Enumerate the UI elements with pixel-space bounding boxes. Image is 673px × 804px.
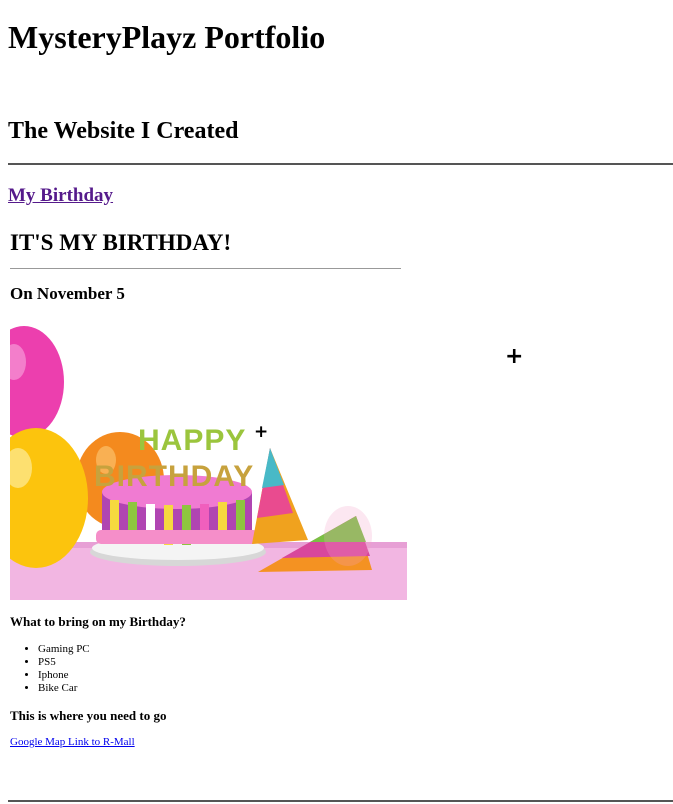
birthday-heading: IT'S MY BIRTHDAY! xyxy=(10,230,232,255)
divider-bottom xyxy=(8,800,673,802)
list-item: Gaming PC xyxy=(38,643,90,656)
birthday-divider xyxy=(10,268,401,269)
crosshair-cursor-icon: + xyxy=(254,422,269,442)
list-item: Iphone xyxy=(38,669,90,682)
google-map-link[interactable]: Google Map Link to R-Mall xyxy=(10,736,135,749)
bring-heading: What to bring on my Birthday? xyxy=(10,614,186,629)
list-item: PS5 xyxy=(38,656,90,669)
svg-text:BIRTHDAY: BIRTHDAY xyxy=(94,460,254,493)
birthday-date: On November 5 xyxy=(10,284,125,303)
crosshair-cursor-icon: + xyxy=(505,344,524,369)
list-item: Bike Car xyxy=(38,682,90,695)
location-heading: This is where you need to go xyxy=(10,708,167,723)
gift-list: Gaming PC PS5 Iphone Bike Car xyxy=(10,643,90,695)
section-title: The Website I Created xyxy=(8,118,239,144)
birthday-cake-image: HAPPY BIRTHDAY xyxy=(10,320,407,600)
my-birthday-link[interactable]: My Birthday xyxy=(8,185,113,207)
svg-text:HAPPY: HAPPY xyxy=(138,424,246,457)
divider-top xyxy=(8,163,673,165)
page-title: MysteryPlayz Portfolio xyxy=(8,19,326,55)
